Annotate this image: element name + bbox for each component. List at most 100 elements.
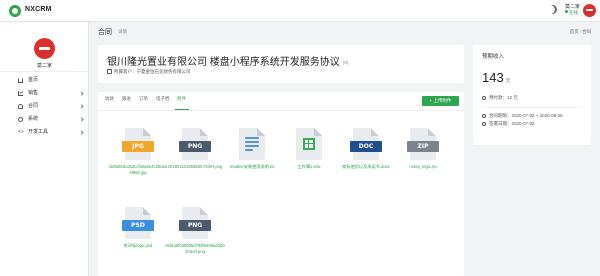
attachment-item[interactable]: JPG 1b9a92dcd52ccfdea6e4c2ba5a4f884.jpg	[108, 128, 168, 176]
breadcrumb: 首页/合同	[569, 29, 591, 34]
period-line: 合同期限：2020-07-02 ~ 2020-08-26	[482, 113, 563, 119]
attachment-filename[interactable]: 20180110155558m7sihH.png	[165, 164, 225, 170]
attachment-filename[interactable]: 工作簿1.xlsx	[279, 164, 339, 170]
prepayment-label: 预付款：	[489, 95, 507, 100]
income-value: 143	[482, 70, 504, 85]
tab-attachments[interactable]: 附件	[177, 96, 186, 102]
contract-header-card: 银川隆光置业有限公司 楼盘小程序系统开发服务协议 (5) 所属客户：宁夏金恒石化财…	[98, 45, 464, 83]
sidebar-avatar[interactable]	[34, 38, 55, 59]
tabs-card: 收款 跟进 订单 电子档 附件 + 上传附件 JPG 1b9a92dcd52ccf…	[98, 92, 464, 276]
file-type-label: DOC	[350, 141, 382, 152]
tab-e-documents[interactable]: 电子档	[156, 96, 170, 102]
sidebar-item-label: 销售	[28, 90, 39, 96]
attachment-filename[interactable]: readme安装使用说明.txt	[222, 164, 282, 170]
sign-date-line: 签署日期：2020-07-02	[482, 121, 535, 127]
file-icon	[239, 128, 265, 160]
sidebar-item-sales[interactable]: 销售	[0, 87, 89, 100]
period-label: 合同期限：	[489, 113, 512, 118]
customer-label: 所属客户：	[114, 69, 137, 74]
calendar-icon	[482, 114, 486, 118]
attachment-item[interactable]: 工作簿1.xlsx	[279, 128, 339, 170]
sidebar-item-label: 合同	[28, 103, 39, 109]
file-icon: JPG	[122, 128, 154, 160]
file-type-label: ZIP	[407, 141, 439, 152]
attachment-filename[interactable]: 矢印标logo.psd	[108, 243, 168, 249]
user-status: 在线	[565, 10, 578, 16]
contract-title: 银川隆光置业有限公司 楼盘小程序系统开发服务协议 (5)	[107, 53, 348, 68]
prepayment-value: 12 元	[507, 95, 518, 100]
prepayment-line: 预付款：12 元	[482, 95, 518, 101]
file-icon: DOC	[350, 128, 382, 160]
sidebar-item-label: 首页	[28, 77, 39, 83]
file-icon: PNG	[179, 207, 211, 239]
breadcrumb-current: 合同	[582, 29, 591, 34]
file-icon: PSD	[122, 207, 154, 239]
upload-attachment-button[interactable]: + 上传附件	[422, 96, 459, 106]
text-lines-glyph	[245, 137, 259, 153]
attachment-filename[interactable]: 0e6fa9f0d890bd796f540ba63d02f4eaf.png	[165, 243, 225, 255]
contract-customer: 所属客户：宁夏金恒石化财务有限公司	[107, 69, 191, 75]
attachment-item[interactable]: PNG 0e6fa9f0d890bd796f540ba63d02f4eaf.png	[165, 207, 225, 255]
chevron-icon	[79, 117, 84, 122]
sign-label: 签署日期：	[489, 121, 512, 126]
divider	[482, 107, 582, 108]
file-type-label: PNG	[179, 220, 211, 231]
chevron-icon	[79, 104, 84, 109]
income-amount: 143 元	[482, 70, 510, 85]
people-icon	[18, 104, 23, 109]
attachment-filename[interactable]: 商标使用以及承诺书.docx	[336, 164, 396, 170]
attachment-item[interactable]: readme安装使用说明.txt	[222, 128, 282, 170]
sidebar-item-system[interactable]: 系统	[0, 113, 89, 126]
pen-icon	[482, 122, 486, 126]
attachment-filename[interactable]: nxerp_logo.zip	[393, 164, 453, 170]
file-icon	[296, 128, 322, 160]
file-type-label: PSD	[122, 220, 154, 231]
sidebar-item-home[interactable]: 首页	[0, 74, 89, 87]
sidebar-user-name: 莫二家	[36, 63, 52, 69]
income-header: 预期收入	[482, 54, 505, 60]
contract-title-text: 银川隆光置业有限公司 楼盘小程序系统开发服务协议	[107, 57, 340, 68]
file-type-label: JPG	[122, 141, 154, 152]
attachment-item[interactable]: PSD 矢印标logo.psd	[108, 207, 168, 249]
brand-name: NXCRM	[25, 6, 52, 13]
file-icon: PNG	[179, 128, 211, 160]
sign-value: 2020-07-02	[511, 121, 535, 126]
tab-payments[interactable]: 收款	[105, 96, 114, 102]
dark-mode-icon[interactable]	[546, 3, 558, 15]
sidebar-menu: 首页 销售 合同 系统 <> 开发工具	[0, 71, 89, 139]
expected-income-card: 预期收入 143 元 预付款：12 元 合同期限：2020-07-02 ~ 202…	[473, 45, 591, 145]
chevron-icon	[79, 130, 84, 135]
period-value: 2020-07-02 ~ 2020-08-26	[511, 113, 563, 118]
avatar[interactable]	[583, 4, 596, 17]
top-bar: NXCRM 莫二家 在线	[0, 0, 600, 22]
code-icon: <>	[18, 129, 24, 135]
attachment-item[interactable]: DOC 商标使用以及承诺书.docx	[336, 128, 396, 170]
attachment-filename[interactable]: 1b9a92dcd52ccfdea6e4c2ba5a4f884.jpg	[108, 164, 168, 176]
sidebar-item-label: 开发工具	[28, 129, 49, 135]
sidebar: 莫二家 首页 销售 合同 系统 <> 开发工具	[0, 22, 89, 276]
logo-icon	[9, 5, 21, 17]
tab-orders[interactable]: 订单	[139, 96, 148, 102]
sidebar-item-contracts[interactable]: 合同	[0, 100, 89, 113]
file-icon: ZIP	[407, 128, 439, 160]
clock-icon	[482, 96, 486, 100]
home-icon	[18, 78, 23, 83]
tab-followups[interactable]: 跟进	[122, 96, 131, 102]
attachment-item[interactable]: PNG 20180110155558m7sihH.png	[165, 128, 225, 170]
income-unit: 元	[505, 78, 511, 83]
sidebar-item-label: 系统	[28, 116, 39, 122]
breadcrumb-home[interactable]: 首页	[570, 29, 579, 34]
user-name[interactable]: 莫二家	[565, 3, 580, 10]
gear-icon	[18, 117, 23, 122]
spreadsheet-glyph	[303, 138, 315, 150]
tabs-divider	[98, 110, 464, 111]
attachment-item[interactable]: ZIP nxerp_logo.zip	[393, 128, 453, 170]
chart-icon	[18, 91, 23, 96]
chevron-icon	[79, 91, 84, 96]
sidebar-item-dev-tools[interactable]: <> 开发工具	[0, 126, 89, 139]
page-title: 合同	[98, 29, 112, 36]
contract-tag: (5)	[342, 60, 349, 65]
page-subtitle: 详情	[118, 29, 127, 34]
customer-link[interactable]: 宁夏金恒石化财务有限公司	[137, 69, 191, 74]
file-type-label: PNG	[179, 141, 211, 152]
